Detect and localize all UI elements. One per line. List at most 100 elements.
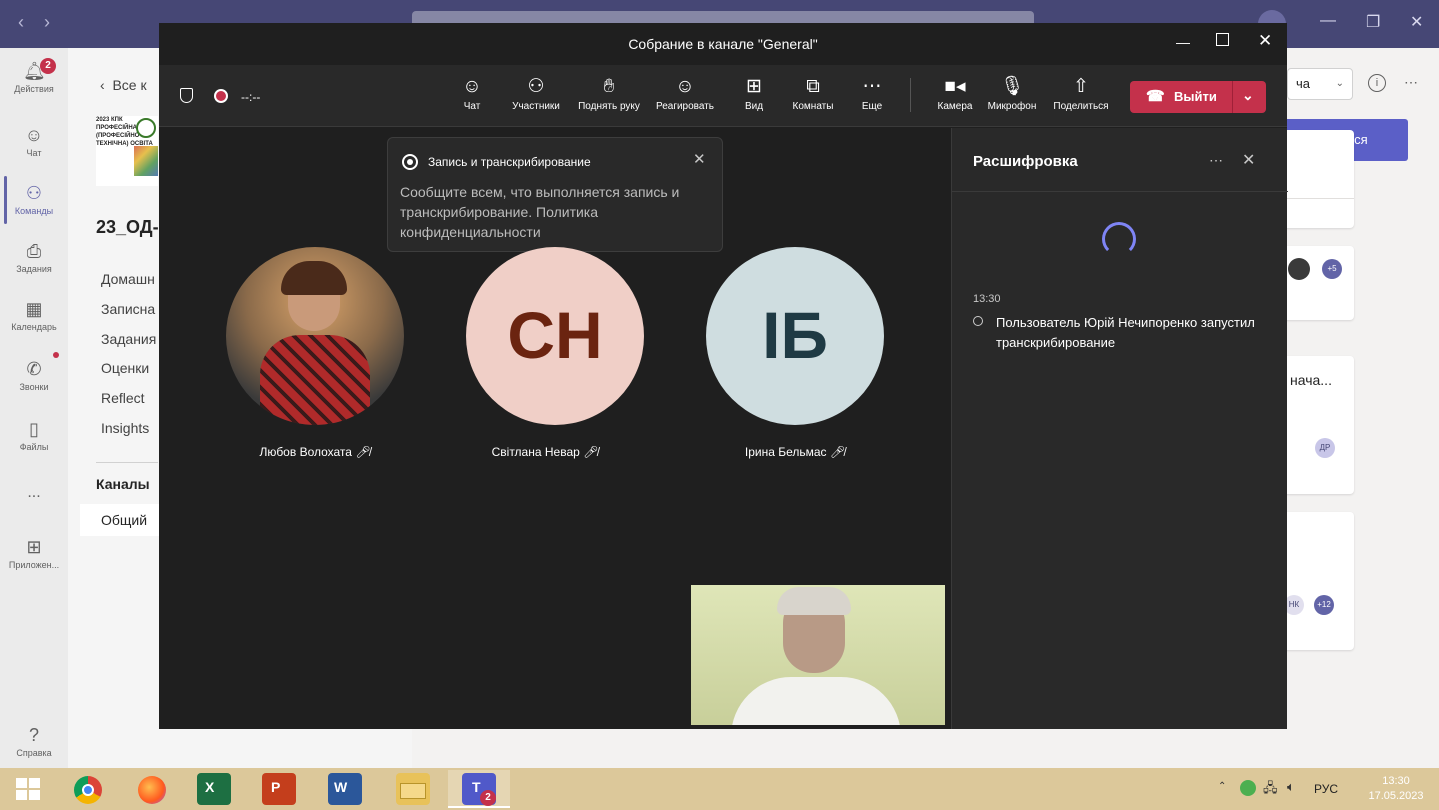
tray-app-icon[interactable] — [1240, 780, 1256, 796]
clock[interactable]: 13:30 17.05.2023 — [1366, 774, 1426, 804]
teams-badge: 2 — [480, 790, 496, 806]
record-icon — [402, 154, 418, 170]
maximize-icon[interactable]: ❐ — [1366, 12, 1380, 32]
excel-icon[interactable]: X — [197, 773, 231, 805]
recording-icon — [214, 89, 228, 103]
rooms-icon: ⧉ — [806, 76, 820, 97]
network-icon[interactable]: 🖧︎ — [1263, 779, 1278, 801]
back-to-teams-link[interactable]: ‹ Все к — [100, 77, 147, 93]
close-icon[interactable]: ✕ — [693, 150, 706, 168]
toolbar-view-button[interactable]: ⊞ Вид — [724, 75, 784, 112]
file-explorer-icon[interactable] — [396, 773, 430, 805]
more-options-icon[interactable]: ⋯ — [1209, 152, 1223, 169]
rail-activity[interactable]: 🔔︎ Действия — [0, 60, 68, 94]
activity-badge: 2 — [40, 58, 56, 74]
notice-title: Запись и транскрибирование — [428, 155, 591, 169]
toolbar-rooms-button[interactable]: ⧉ Комнаты — [783, 75, 843, 112]
participants-icon: ⚇ — [527, 76, 545, 97]
minimize-icon[interactable]: — — [1320, 12, 1336, 30]
view-icon: ⊞ — [746, 76, 762, 97]
minimize-icon[interactable]: — — [1176, 34, 1190, 50]
mic-off-icon: 🎤︎̸ — [355, 445, 371, 459]
self-video[interactable] — [691, 585, 945, 725]
camera-icon: ■◂ — [944, 76, 966, 97]
emoji-icon: ☺ — [675, 76, 695, 97]
rail-calls[interactable]: ✆ Звонки — [0, 358, 68, 392]
firefox-icon[interactable] — [138, 776, 166, 804]
nav-notebook[interactable]: Записна — [101, 301, 155, 317]
info-icon[interactable]: i — [1368, 74, 1386, 92]
transcript-message: Пользователь Юрій Нечипоренко запустил т… — [996, 315, 1255, 350]
rail-teams[interactable]: ⚇ Команды — [0, 182, 68, 216]
volume-icon[interactable]: 🔈︎ — [1287, 779, 1295, 795]
assignments-icon: ⎙ — [26, 241, 42, 261]
team-logo: 2023 КПК ПРОФЕСІЙНА (ПРОФЕСІЙНО ТЕХНІЧНА… — [96, 116, 158, 186]
word-icon[interactable]: W — [328, 773, 362, 805]
participant-name: Любов Волохата 🎤︎̸ — [259, 445, 371, 459]
teams-icon: ⚇ — [25, 183, 43, 203]
rail-calendar[interactable]: ▦ Календарь — [0, 298, 68, 332]
record-icon — [973, 316, 983, 326]
close-icon[interactable]: ✕ — [1258, 31, 1272, 51]
channel-general[interactable]: Общий — [101, 512, 147, 528]
nav-grades[interactable]: Оценки — [101, 360, 149, 376]
chrome-icon[interactable] — [74, 776, 102, 804]
toolbar-share-button[interactable]: ⇧ Поделиться — [1051, 75, 1111, 112]
raise-hand-icon: ✋︎ — [603, 76, 615, 97]
chat-icon: ☺ — [24, 125, 44, 145]
share-icon: ⇧ — [1073, 76, 1089, 97]
toolbar-chat-button[interactable]: ☺ Чат — [442, 75, 502, 112]
mic-icon: 🎙︎ — [999, 76, 1025, 97]
nav-insights[interactable]: Insights — [101, 420, 149, 436]
hangup-icon: ☎ — [1146, 88, 1165, 105]
back-arrow-icon[interactable]: ‹ — [18, 12, 24, 33]
participant-name: Ірина Бельмас 🎤︎̸ — [744, 445, 846, 459]
more-icon: ... — [27, 484, 41, 501]
phone-icon: ✆ — [26, 359, 42, 379]
avatar: ДР — [1315, 438, 1335, 458]
transcript-title: Расшифровка — [973, 153, 1078, 170]
nav-assignments[interactable]: Задания — [101, 331, 156, 347]
divider — [96, 462, 158, 463]
leave-button[interactable]: ☎ Выйти ⌄ — [1130, 81, 1266, 113]
forward-arrow-icon[interactable]: › — [44, 12, 50, 33]
nav-reflect[interactable]: Reflect — [101, 390, 145, 406]
avatar — [1288, 258, 1310, 280]
more-icon: ⋯ — [862, 76, 882, 97]
toolbar-participants-button[interactable]: ⚇ Участники — [506, 75, 566, 112]
chevron-down-icon: ⌄ — [1335, 78, 1344, 89]
rail-apps[interactable]: ⊞ Приложен... — [0, 536, 68, 570]
toolbar-mic-button[interactable]: 🎙︎ Микрофон — [982, 75, 1042, 112]
toolbar-more-button[interactable]: ⋯ Еще — [842, 75, 902, 112]
language-indicator[interactable]: РУС — [1314, 782, 1338, 796]
rail-assignments[interactable]: ⎙ Задания — [0, 240, 68, 274]
participant-name: Світлана Невар 🎤︎̸ — [491, 445, 599, 459]
rail-files[interactable]: ▯ Файлы — [0, 418, 68, 452]
rail-help[interactable]: ? Справка — [0, 724, 68, 758]
chevron-down-icon[interactable]: ⌄ — [1242, 87, 1254, 104]
toolbar-divider — [910, 78, 911, 112]
participant-avatar: ІБ — [706, 247, 884, 425]
chevron-up-icon[interactable]: ⌃ — [1218, 781, 1226, 792]
meeting-toolbar — [159, 65, 1287, 127]
meeting-dropdown[interactable]: ча ⌄ — [1287, 68, 1353, 100]
chat-icon: ☺ — [462, 76, 482, 97]
channels-header: Каналы — [96, 476, 150, 492]
toolbar-camera-button[interactable]: ■◂ Камера — [925, 75, 985, 112]
transcript-time: 13:30 — [973, 293, 1001, 305]
nav-home[interactable]: Домашн — [101, 271, 155, 287]
rail-more[interactable]: ... — [0, 484, 68, 502]
toolbar-react-button[interactable]: ☺ Реагировать — [652, 75, 718, 112]
close-icon[interactable]: ✕ — [1410, 12, 1423, 32]
participant-avatar: СН — [466, 247, 644, 425]
maximize-icon[interactable] — [1216, 33, 1229, 46]
help-icon: ? — [28, 725, 39, 745]
powerpoint-icon[interactable]: P — [262, 773, 296, 805]
rail-chat[interactable]: ☺ Чат — [0, 124, 68, 158]
avatar: НК — [1284, 595, 1304, 615]
windows-start-icon[interactable] — [16, 778, 40, 800]
toolbar-raise-hand-button[interactable]: ✋︎ Поднять руку — [577, 75, 641, 112]
close-icon[interactable]: ✕ — [1242, 150, 1255, 170]
meeting-timer: --:-- — [241, 90, 261, 104]
more-options-icon[interactable]: ⋯ — [1404, 74, 1418, 91]
